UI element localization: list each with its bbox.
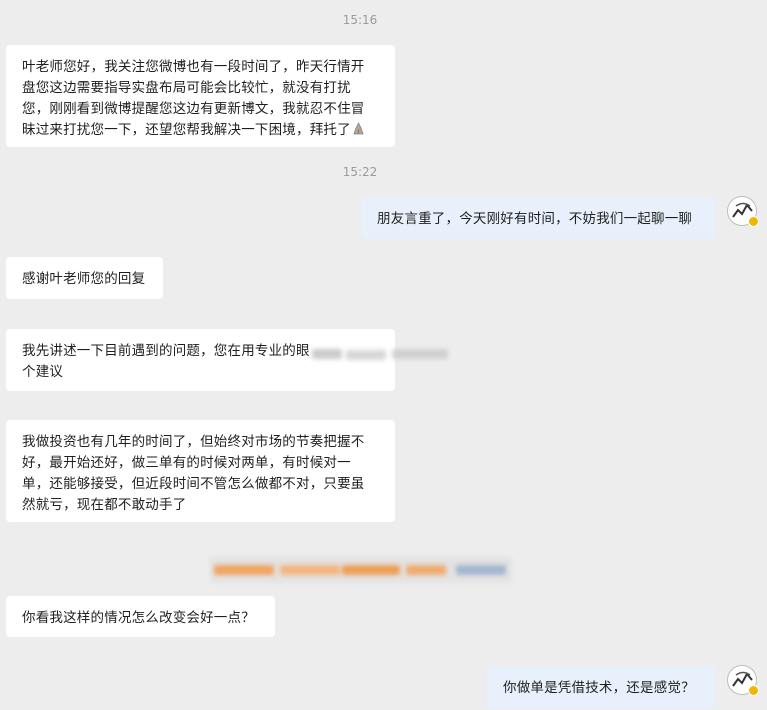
- message-text: 朋友言重了，今天刚好有时间，不妨我们一起聊一聊: [377, 211, 693, 227]
- avatar[interactable]: [727, 196, 759, 227]
- redacted-text-blur: [312, 345, 452, 365]
- timestamp: 15:16: [342, 13, 378, 27]
- message-bubble-incoming[interactable]: 感谢叶老师您的回复: [6, 257, 163, 299]
- message-text: 你做单是凭借技术，还是感觉？: [503, 680, 695, 696]
- message-text: 个建议: [22, 364, 64, 380]
- message-text: 您，刚刚看到微博提醒您这边有更新博文，我就忍不住冒: [22, 101, 365, 117]
- message-text: 你看我这样的情况怎么改变会好一点？: [22, 610, 255, 626]
- message-bubble-incoming[interactable]: 叶老师您好，我关注您微博也有一段时间了，昨天行情开 盘您这边需要指导实盘布局可能…: [6, 45, 395, 147]
- message-text: 盘您这边需要指导实盘布局可能会比较忙，就没有打扰: [22, 80, 351, 96]
- message-text: 感谢叶老师您的回复: [22, 271, 146, 287]
- message-text: 单，还能够接受，但近段时间不管怎么做都不对，只要虽: [22, 476, 365, 492]
- praying-hands-icon: [351, 121, 366, 139]
- chat-window: 15:16 叶老师您好，我关注您微博也有一段时间了，昨天行情开 盘您这边需要指导…: [0, 0, 767, 710]
- avatar[interactable]: [727, 665, 759, 696]
- message-text-last-line: 昧过来打扰您一下，还望您帮我解决一下困境，拜托了: [22, 120, 379, 141]
- message-bubble-outgoing[interactable]: 你做单是凭借技术，还是感觉？: [487, 666, 715, 708]
- message-text: 叶老师您好，我关注您微博也有一段时间了，昨天行情开: [22, 59, 365, 75]
- message-text: 然就亏，现在都不敢动手了: [22, 497, 187, 513]
- message-bubble-incoming[interactable]: 你看我这样的情况怎么改变会好一点？: [6, 596, 275, 637]
- timestamp: 15:22: [342, 165, 378, 179]
- verified-badge-icon: [748, 685, 759, 696]
- verified-badge-icon: [748, 216, 759, 227]
- message-bubble-outgoing[interactable]: 朋友言重了，今天刚好有时间，不妨我们一起聊一聊: [361, 197, 715, 239]
- redacted-notice-blur: [210, 557, 512, 583]
- message-bubble-incoming[interactable]: 我做投资也有几年的时间了，但始终对市场的节奏把握不 好，最开始还好，做三单有的时…: [6, 420, 395, 522]
- message-text: 好，最开始还好，做三单有的时候对两单，有时候对一: [22, 455, 351, 471]
- message-text: 昧过来打扰您一下，还望您帮我解决一下困境，拜托了: [22, 122, 351, 138]
- message-text: 我做投资也有几年的时间了，但始终对市场的节奏把握不: [22, 434, 365, 450]
